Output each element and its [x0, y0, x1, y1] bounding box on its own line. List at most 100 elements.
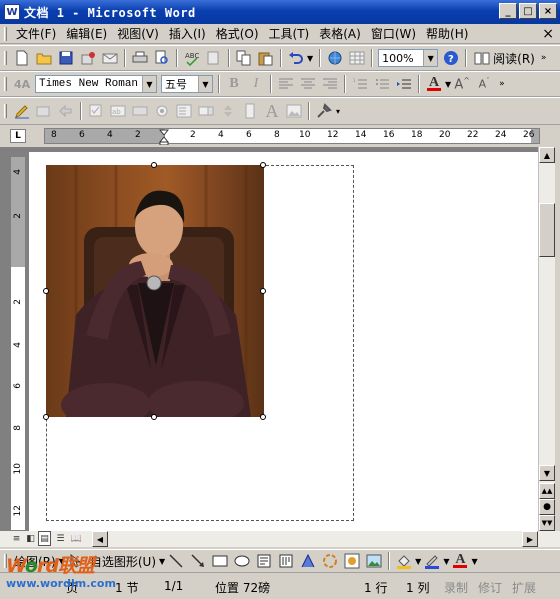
- inserted-picture[interactable]: [46, 165, 264, 417]
- outline-view-icon[interactable]: ☰: [54, 531, 67, 546]
- scroll-tool-icon[interactable]: [240, 101, 260, 121]
- scroll-thumb[interactable]: [539, 203, 555, 257]
- align-left-icon[interactable]: [276, 74, 296, 94]
- chevron-down-icon[interactable]: ▼: [415, 557, 421, 566]
- resize-handle[interactable]: [151, 414, 157, 420]
- resize-handle[interactable]: [260, 162, 266, 168]
- spin-tool-icon[interactable]: [218, 101, 238, 121]
- arrange-icon[interactable]: [56, 101, 76, 121]
- resize-handle[interactable]: [260, 288, 266, 294]
- vertical-ruler[interactable]: 4 2 2 4 6 8 10 12: [10, 156, 26, 531]
- toolbar-options-icon[interactable]: »: [499, 79, 505, 89]
- chevron-down-icon[interactable]: ▼: [443, 557, 449, 566]
- chevron-down-icon[interactable]: ▼: [142, 76, 156, 92]
- copy-icon[interactable]: [234, 48, 254, 68]
- styles-icon[interactable]: 4A: [12, 74, 32, 94]
- tools-icon[interactable]: [314, 101, 334, 121]
- vertical-textbox-icon[interactable]: [276, 551, 296, 571]
- menu-view[interactable]: 视图(V): [112, 25, 164, 42]
- label-tool-icon[interactable]: A: [262, 101, 282, 121]
- resize-handle[interactable]: [151, 162, 157, 168]
- menu-window[interactable]: 窗口(W): [366, 25, 421, 42]
- numbering-icon[interactable]: 1: [350, 74, 370, 94]
- scroll-right-icon[interactable]: ▶: [522, 531, 538, 547]
- resize-handle[interactable]: [43, 414, 49, 420]
- menu-format[interactable]: 格式(O): [211, 25, 264, 42]
- print-view-icon[interactable]: ▤: [38, 531, 51, 546]
- option-button-icon[interactable]: [152, 101, 172, 121]
- close-button[interactable]: ×: [539, 3, 557, 19]
- chevron-down-icon[interactable]: ▼: [159, 557, 165, 566]
- menu-help[interactable]: 帮助(H): [421, 25, 473, 42]
- normal-view-icon[interactable]: ≡: [10, 531, 23, 546]
- hyperlink-icon[interactable]: [325, 48, 345, 68]
- menu-edit[interactable]: 编辑(E): [61, 25, 112, 42]
- menu-tools[interactable]: 工具(T): [264, 25, 315, 42]
- spelling-icon[interactable]: ABC: [182, 48, 202, 68]
- checkbox-tool-icon[interactable]: [86, 101, 106, 121]
- table-icon[interactable]: [347, 48, 367, 68]
- textbox-icon[interactable]: [254, 551, 274, 571]
- grow-font-icon[interactable]: A^: [452, 74, 472, 94]
- paste-icon[interactable]: [256, 48, 276, 68]
- status-ext[interactable]: 扩展: [512, 579, 536, 596]
- button-tool-icon[interactable]: [130, 101, 150, 121]
- font-size-select[interactable]: 五号 ▼: [161, 75, 213, 93]
- line-icon[interactable]: [166, 551, 186, 571]
- undo-dropdown-icon[interactable]: ▼: [307, 54, 313, 63]
- save-icon[interactable]: [56, 48, 76, 68]
- toolbar-grip[interactable]: [4, 77, 7, 91]
- previous-page-icon[interactable]: ▲▲: [539, 483, 555, 499]
- menu-insert[interactable]: 插入(I): [164, 25, 211, 42]
- undo-icon[interactable]: [286, 48, 306, 68]
- italic-button[interactable]: I: [246, 74, 266, 94]
- web-view-icon[interactable]: ◧: [24, 531, 37, 546]
- chevron-down-icon[interactable]: ▼: [445, 80, 451, 89]
- permission-icon[interactable]: [78, 48, 98, 68]
- indent-icon[interactable]: [394, 74, 414, 94]
- combobox-tool-icon[interactable]: [196, 101, 216, 121]
- toolbar-grip[interactable]: [4, 104, 7, 118]
- clipart-icon[interactable]: [342, 551, 362, 571]
- close-document-icon[interactable]: ×: [542, 26, 554, 42]
- fill-color-icon[interactable]: [394, 551, 414, 571]
- menu-grip[interactable]: [4, 26, 7, 41]
- new-document-icon[interactable]: [12, 48, 32, 68]
- resize-handle[interactable]: [260, 414, 266, 420]
- font-color-button[interactable]: A: [424, 74, 444, 94]
- arrow-icon[interactable]: [188, 551, 208, 571]
- read-mode-button[interactable]: 阅读(R): [470, 50, 539, 67]
- scroll-down-icon[interactable]: ▼: [539, 465, 555, 481]
- shrink-font-icon[interactable]: Aˇ: [474, 74, 494, 94]
- help-icon[interactable]: ?: [441, 48, 461, 68]
- horizontal-scrollbar[interactable]: ◀ ▶: [92, 531, 538, 547]
- chevron-down-icon[interactable]: ▼: [198, 76, 212, 92]
- maximize-button[interactable]: □: [519, 3, 537, 19]
- oval-icon[interactable]: [232, 551, 252, 571]
- status-trk[interactable]: 修订: [478, 579, 502, 596]
- bullets-icon[interactable]: [372, 74, 392, 94]
- email-icon[interactable]: [100, 48, 120, 68]
- menu-file[interactable]: 文件(F): [11, 25, 61, 42]
- chevron-down-icon[interactable]: ▼: [471, 557, 477, 566]
- diagram-icon[interactable]: [320, 551, 340, 571]
- horizontal-ruler[interactable]: 8 6 4 2 2 4 6 8 10 12 14 16 18 20 22 24 …: [44, 128, 540, 145]
- print-preview-icon[interactable]: [152, 48, 172, 68]
- align-center-icon[interactable]: [298, 74, 318, 94]
- toolbar-grip[interactable]: [4, 51, 7, 65]
- drawing-font-color-button[interactable]: A: [450, 551, 470, 571]
- vertical-scrollbar[interactable]: ▲ ▼ ▲▲ ● ▼▼: [538, 147, 555, 531]
- rectangle-icon[interactable]: [210, 551, 230, 571]
- scroll-left-icon[interactable]: ◀: [92, 531, 108, 547]
- indent-marker[interactable]: [159, 129, 169, 145]
- menu-table[interactable]: 表格(A): [314, 25, 366, 42]
- resize-handle[interactable]: [43, 288, 49, 294]
- select-object-icon[interactable]: [34, 101, 54, 121]
- line-color-icon[interactable]: [422, 551, 442, 571]
- image-tool-icon[interactable]: [284, 101, 304, 121]
- status-rec[interactable]: 录制: [444, 579, 468, 596]
- minimize-button[interactable]: _: [499, 3, 517, 19]
- textbox-tool-icon[interactable]: ab: [108, 101, 128, 121]
- chevron-down-icon[interactable]: ▼: [423, 50, 438, 66]
- tab-stop-selector[interactable]: L: [10, 129, 26, 143]
